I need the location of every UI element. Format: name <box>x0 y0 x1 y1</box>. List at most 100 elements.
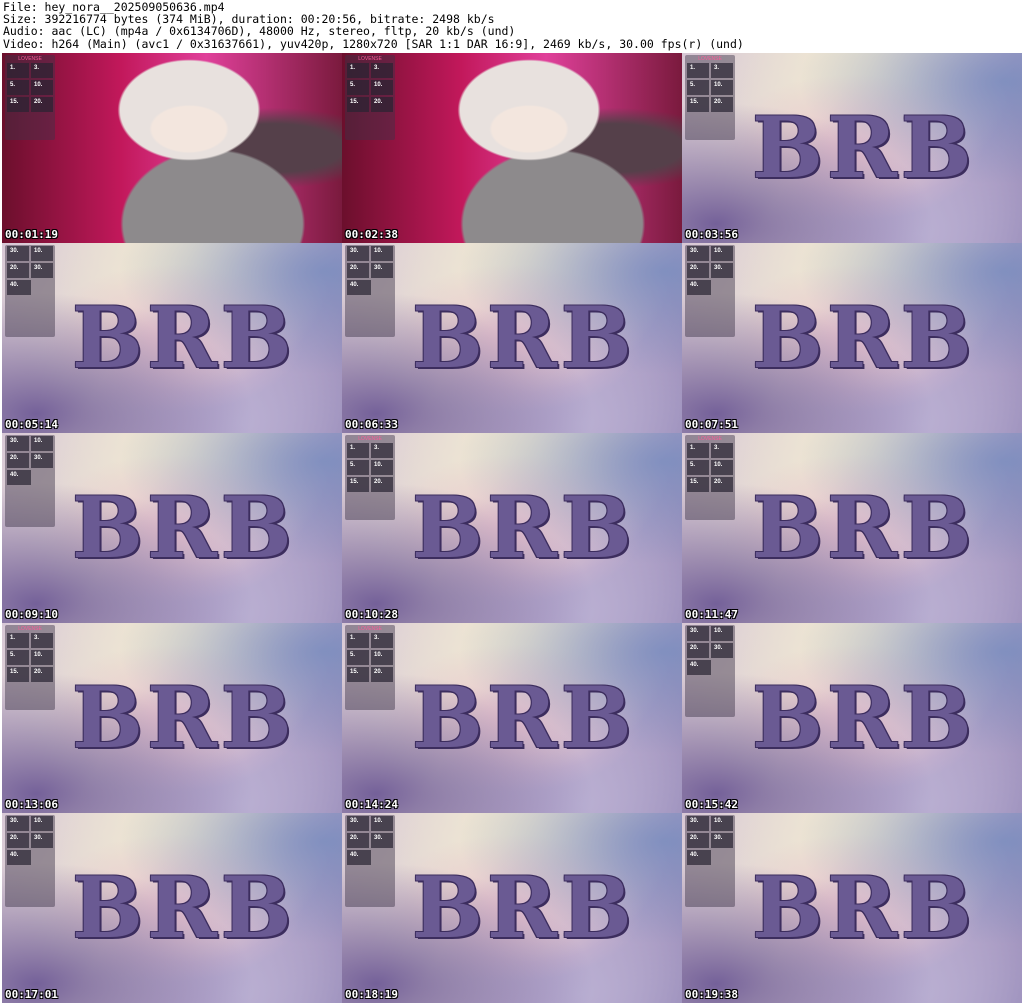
overlay-level-cell: 15. <box>7 667 29 682</box>
overlay-level-cell: 10. <box>371 650 393 665</box>
overlay-level-cell: 5. <box>347 650 369 665</box>
overlay-level-cell: 15. <box>347 477 369 492</box>
overlay-row: 30. 10. <box>345 815 395 832</box>
tip-menu-overlay: LOVENSE 1. 3. 5. 10. 15. 20. <box>5 55 55 140</box>
overlay-level-cell: 15. <box>347 97 369 112</box>
brb-text: BRB <box>752 98 976 197</box>
overlay-row: 1. 3. <box>5 62 55 79</box>
overlay-level-cell: 5. <box>687 460 709 475</box>
brb-text: BRB <box>72 288 296 387</box>
overlay-row: 20. 30. <box>5 262 55 279</box>
overlay-level-cell: 10. <box>31 650 53 665</box>
brb-text: BRB <box>72 668 296 767</box>
overlay-level-cell: 15. <box>687 97 709 112</box>
overlay-level-cell: 10. <box>711 816 733 831</box>
thumbnail-timestamp: 00:06:33 <box>345 418 398 431</box>
tip-menu-overlay: 30. 10. 20. 30. 40. <box>345 815 395 907</box>
overlay-level-cell: 3. <box>371 443 393 458</box>
video-thumbnail: BRB 30. 10. 20. 30. 40. 00:06:33 <box>342 243 682 433</box>
video-thumbnail: BRB LOVENSE 1. 3. 5. 10. 15. 20. 00:13:06 <box>2 623 342 813</box>
overlay-row: 30. 10. <box>685 625 735 642</box>
overlay-row: 40. <box>5 279 55 296</box>
thumbnail-timestamp: 00:13:06 <box>5 798 58 811</box>
overlay-level-cell: 10. <box>31 80 53 95</box>
tip-menu-overlay: 30. 10. 20. 30. 40. <box>5 815 55 907</box>
overlay-level-cell: 20. <box>687 833 709 848</box>
overlay-row: 20. 30. <box>685 832 735 849</box>
overlay-row: 30. 10. <box>5 245 55 262</box>
overlay-level-cell: 30. <box>711 833 733 848</box>
overlay-level-cell: 30. <box>7 816 29 831</box>
overlay-row: 40. <box>345 849 395 866</box>
overlay-level-cell: 1. <box>687 63 709 78</box>
overlay-row: 5. 10. <box>345 649 395 666</box>
overlay-level-cell: 10. <box>711 460 733 475</box>
thumbnail-timestamp: 00:09:10 <box>5 608 58 621</box>
brb-text: BRB <box>72 858 296 957</box>
brb-text: BRB <box>72 478 296 577</box>
thumbnail-timestamp: 00:19:38 <box>685 988 738 1001</box>
overlay-row: 30. 10. <box>345 245 395 262</box>
overlay-row: 1. 3. <box>345 62 395 79</box>
overlay-level-cell: 20. <box>711 477 733 492</box>
overlay-level-cell: 20. <box>687 643 709 658</box>
overlay-level-cell: 15. <box>687 477 709 492</box>
overlay-row: 15. 20. <box>685 96 735 113</box>
overlay-level-cell: 40. <box>347 850 371 865</box>
overlay-level-cell: 30. <box>31 263 53 278</box>
overlay-level-cell: 10. <box>31 816 53 831</box>
brb-text: BRB <box>752 858 976 957</box>
video-thumbnail: BRB 30. 10. 20. 30. 40. 00:05:14 <box>2 243 342 433</box>
overlay-level-cell: 5. <box>347 460 369 475</box>
tip-menu-overlay: LOVENSE 1. 3. 5. 10. 15. 20. <box>345 435 395 520</box>
overlay-level-cell: 30. <box>31 833 53 848</box>
overlay-level-cell: 20. <box>7 263 29 278</box>
overlay-level-cell: 20. <box>711 97 733 112</box>
overlay-row: 15. 20. <box>685 476 735 493</box>
overlay-row: 40. <box>5 849 55 866</box>
thumbnail-timestamp: 00:03:56 <box>685 228 738 241</box>
overlay-row: 1. 3. <box>345 442 395 459</box>
overlay-row: 15. 20. <box>5 666 55 683</box>
overlay-level-cell: 20. <box>347 263 369 278</box>
overlay-level-cell: 30. <box>31 453 53 468</box>
overlay-row: 40. <box>5 469 55 486</box>
video-info-line: Video: h264 (Main) (avc1 / 0x31637661), … <box>3 36 744 51</box>
overlay-level-cell: 40. <box>687 850 711 865</box>
overlay-row: 30. 10. <box>685 815 735 832</box>
brb-text: BRB <box>412 288 636 387</box>
overlay-level-cell: 10. <box>371 460 393 475</box>
video-thumbnail: BRB 30. 10. 20. 30. 40. 00:19:38 <box>682 813 1022 1003</box>
overlay-row: 30. 10. <box>685 245 735 262</box>
overlay-level-cell: 40. <box>7 470 31 485</box>
overlay-level-cell: 1. <box>347 443 369 458</box>
overlay-row: 5. 10. <box>345 459 395 476</box>
thumbnail-timestamp: 00:11:47 <box>685 608 738 621</box>
overlay-row: 20. 30. <box>345 262 395 279</box>
overlay-row: 15. 20. <box>345 96 395 113</box>
overlay-level-cell: 30. <box>687 816 709 831</box>
overlay-level-cell: 10. <box>711 626 733 641</box>
tip-menu-overlay: LOVENSE 1. 3. 5. 10. 15. 20. <box>5 625 55 710</box>
overlay-row: 20. 30. <box>685 262 735 279</box>
overlay-level-cell: 30. <box>711 643 733 658</box>
overlay-level-cell: 10. <box>371 80 393 95</box>
tip-menu-overlay: LOVENSE 1. 3. 5. 10. 15. 20. <box>345 625 395 710</box>
overlay-level-cell: 20. <box>371 477 393 492</box>
thumbnail-timestamp: 00:14:24 <box>345 798 398 811</box>
overlay-level-cell: 20. <box>31 97 53 112</box>
thumbnail-grid: LOVENSE 1. 3. 5. 10. 15. 20. 00:01:19 LOVENSE 1. 3… <box>2 53 1022 1003</box>
brb-text: BRB <box>752 668 976 767</box>
brb-text: BRB <box>752 288 976 387</box>
overlay-level-cell: 3. <box>31 633 53 648</box>
brb-text: BRB <box>412 858 636 957</box>
overlay-level-cell: 15. <box>7 97 29 112</box>
brb-text: BRB <box>412 478 636 577</box>
video-thumbnail: BRB LOVENSE 1. 3. 5. 10. 15. 20. 00:10:28 <box>342 433 682 623</box>
overlay-level-cell: 20. <box>371 667 393 682</box>
overlay-level-cell: 1. <box>347 633 369 648</box>
video-thumbnail: BRB LOVENSE 1. 3. 5. 10. 15. 20. 00:11:47 <box>682 433 1022 623</box>
overlay-level-cell: 3. <box>711 63 733 78</box>
overlay-row: 1. 3. <box>5 632 55 649</box>
overlay-row: 30. 10. <box>5 435 55 452</box>
